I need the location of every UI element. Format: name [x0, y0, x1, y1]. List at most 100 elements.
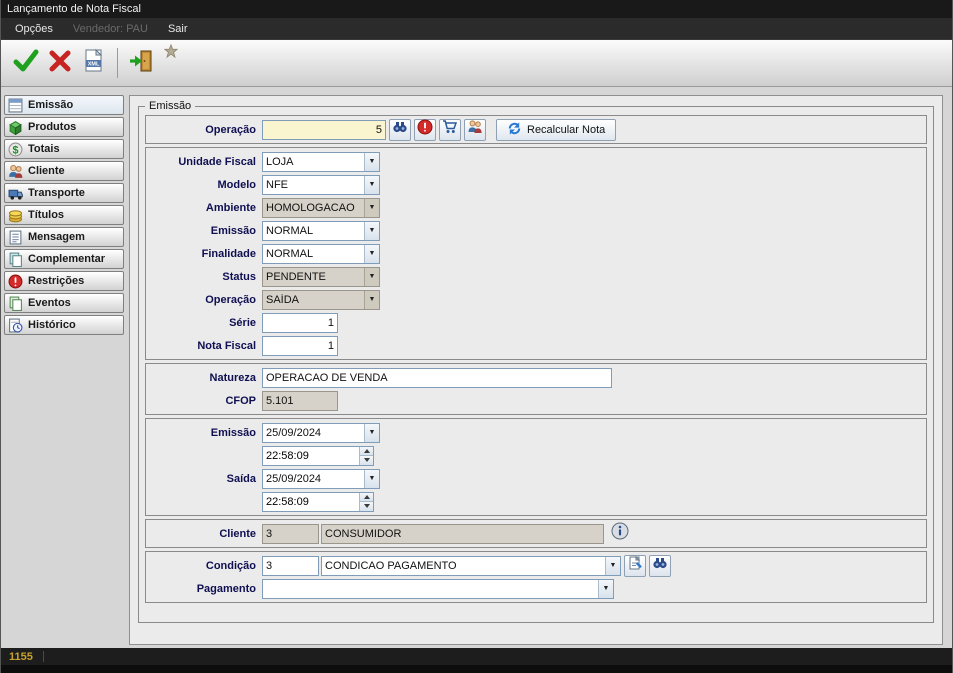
- spinner-buttons[interactable]: [359, 447, 373, 465]
- combo-value: NORMAL: [263, 225, 364, 237]
- chevron-down-icon: ▼: [364, 291, 379, 309]
- serie-input[interactable]: [262, 313, 338, 333]
- sidebar-item-titulos[interactable]: Títulos: [4, 205, 124, 225]
- alert-icon: [417, 119, 433, 140]
- recalcular-nota-button[interactable]: Recalcular Nota: [496, 119, 616, 141]
- nota-fiscal-input[interactable]: [262, 336, 338, 356]
- sidebar-item-label: Restrições: [28, 275, 84, 287]
- spinner-buttons[interactable]: [359, 493, 373, 511]
- chevron-down-icon: ▼: [364, 176, 379, 194]
- chevron-down-icon: ▼: [364, 470, 379, 488]
- truck-icon: [8, 186, 23, 201]
- saida-date-row: Saída 25/09/2024 ▼: [150, 467, 922, 490]
- date-value: 25/09/2024: [263, 427, 364, 439]
- spin-up-icon[interactable]: [360, 493, 373, 502]
- combo-value: CONDICAO PAGAMENTO: [322, 560, 605, 572]
- saida-time-spinner[interactable]: 22:58:09: [262, 492, 374, 512]
- sidebar-item-mensagem[interactable]: Mensagem: [4, 227, 124, 247]
- field-row-emissao-tipo: Emissão NORMAL ▼: [150, 219, 922, 242]
- window-title: Lançamento de Nota Fiscal: [7, 3, 141, 15]
- sidebar-item-produtos[interactable]: Produtos: [4, 117, 124, 137]
- chevron-down-icon: ▼: [364, 245, 379, 263]
- chevron-down-icon: ▼: [598, 580, 613, 598]
- xml-button[interactable]: XML: [77, 44, 111, 82]
- field-label: Finalidade: [150, 248, 262, 260]
- operacao-input[interactable]: [262, 120, 386, 140]
- condicao-code-input[interactable]: [262, 556, 319, 576]
- field-row-ambiente: Ambiente HOMOLOGACAO ▼: [150, 196, 922, 219]
- sidebar-item-restricoes[interactable]: Restrições: [4, 271, 124, 291]
- bottom-strip: [1, 665, 952, 673]
- sidebar-item-eventos[interactable]: Eventos: [4, 293, 124, 313]
- cliente-label: Cliente: [150, 528, 262, 540]
- sidebar-item-label: Transporte: [28, 187, 85, 199]
- pagamento-select[interactable]: ▼: [262, 579, 614, 599]
- cliente-info-button[interactable]: [610, 524, 630, 544]
- field-row-nota-fiscal: Nota Fiscal: [150, 334, 922, 357]
- modelo-select[interactable]: NFE ▼: [262, 175, 380, 195]
- field-row-modelo: Modelo NFE ▼: [150, 173, 922, 196]
- exit-button[interactable]: [124, 44, 158, 82]
- emissao-groupbox: Emissão Operação: [138, 100, 934, 623]
- xml-document-icon: XML: [81, 48, 107, 79]
- field-label: Status: [150, 271, 262, 283]
- emissao-select[interactable]: NORMAL ▼: [262, 221, 380, 241]
- field-row-serie: Série: [150, 311, 922, 334]
- field-label: Série: [150, 317, 262, 329]
- cart-button[interactable]: [439, 119, 461, 141]
- copy-pages-icon: [8, 252, 23, 267]
- sidebar-item-totais[interactable]: $ Totais: [4, 139, 124, 159]
- pagamento-label: Pagamento: [150, 583, 262, 595]
- saida-date-picker[interactable]: 25/09/2024 ▼: [262, 469, 380, 489]
- spin-down-icon[interactable]: [360, 502, 373, 511]
- check-icon: [13, 48, 39, 79]
- spin-down-icon[interactable]: [360, 456, 373, 465]
- sidebar-item-complementar[interactable]: Complementar: [4, 249, 124, 269]
- natureza-label: Natureza: [150, 372, 262, 384]
- unidade-fiscal-select[interactable]: LOJA ▼: [262, 152, 380, 172]
- sidebar-item-cliente[interactable]: Cliente: [4, 161, 124, 181]
- toolbar: XML: [1, 40, 952, 87]
- menu-opcoes[interactable]: Opções: [5, 23, 63, 35]
- search-condicao-button[interactable]: [649, 555, 671, 577]
- combo-value: HOMOLOGACAO: [263, 202, 364, 214]
- history-clock-icon: [8, 318, 23, 333]
- saida-date-label: Saída: [150, 473, 262, 485]
- new-document-button[interactable]: [624, 555, 646, 577]
- dates-panel: Emissão 25/09/2024 ▼ 22:58:09: [145, 418, 927, 516]
- refresh-icon: [507, 121, 522, 139]
- recalcular-nota-label: Recalcular Nota: [527, 124, 605, 136]
- confirm-button[interactable]: [9, 44, 43, 82]
- spin-up-icon[interactable]: [360, 447, 373, 456]
- sidebar-item-emissao[interactable]: Emissão: [4, 95, 124, 115]
- date-value: 25/09/2024: [263, 473, 364, 485]
- natureza-input[interactable]: [262, 368, 612, 388]
- field-row-status: Status PENDENTE ▼: [150, 265, 922, 288]
- combo-value: SAÍDA: [263, 294, 364, 306]
- operacao-tipo-select: SAÍDA ▼: [262, 290, 380, 310]
- field-row-operacao-tipo: Operação SAÍDA ▼: [150, 288, 922, 311]
- condicao-select[interactable]: CONDICAO PAGAMENTO ▼: [321, 556, 621, 576]
- sidebar-item-label: Cliente: [28, 165, 65, 177]
- emissao-date-picker[interactable]: 25/09/2024 ▼: [262, 423, 380, 443]
- svg-text:$: $: [13, 144, 19, 156]
- menu-sair[interactable]: Sair: [158, 23, 198, 35]
- field-row-finalidade: Finalidade NORMAL ▼: [150, 242, 922, 265]
- sidebar-item-label: Complementar: [28, 253, 105, 265]
- message-page-icon: [8, 230, 23, 245]
- sidebar-item-historico[interactable]: Histórico: [4, 315, 124, 335]
- search-operacao-button[interactable]: [389, 119, 411, 141]
- users-button[interactable]: [464, 119, 486, 141]
- groupbox-title: Emissão: [145, 100, 195, 112]
- field-label: Nota Fiscal: [150, 340, 262, 352]
- sidebar-item-transporte[interactable]: Transporte: [4, 183, 124, 203]
- combo-value: PENDENTE: [263, 271, 364, 283]
- emissao-date-label: Emissão: [150, 427, 262, 439]
- sidebar-item-label: Produtos: [28, 121, 76, 133]
- finalidade-select[interactable]: NORMAL ▼: [262, 244, 380, 264]
- ambiente-select: HOMOLOGACAO ▼: [262, 198, 380, 218]
- binoculars-icon: [652, 555, 668, 576]
- restriction-alert-button[interactable]: [414, 119, 436, 141]
- cancel-button[interactable]: [43, 44, 77, 82]
- emissao-time-spinner[interactable]: 22:58:09: [262, 446, 374, 466]
